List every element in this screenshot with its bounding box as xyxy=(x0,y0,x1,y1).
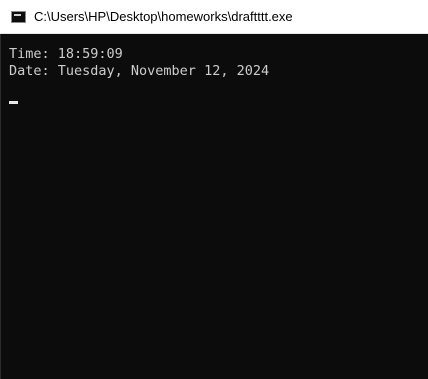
window-title: C:\Users\HP\Desktop\homeworks\draftttt.e… xyxy=(34,9,293,24)
window-left-border xyxy=(0,34,1,379)
console-app-icon[interactable] xyxy=(11,11,26,23)
console-line-time: Time: 18:59:09 xyxy=(9,46,123,62)
console-output-area[interactable]: Time: 18:59:09 Date: Tuesday, November 1… xyxy=(0,34,428,379)
console-window: C:\Users\HP\Desktop\homeworks\draftttt.e… xyxy=(0,0,428,379)
title-bar[interactable]: C:\Users\HP\Desktop\homeworks\draftttt.e… xyxy=(0,0,428,34)
text-cursor xyxy=(9,101,18,104)
console-line-date: Date: Tuesday, November 12, 2024 xyxy=(9,63,270,79)
